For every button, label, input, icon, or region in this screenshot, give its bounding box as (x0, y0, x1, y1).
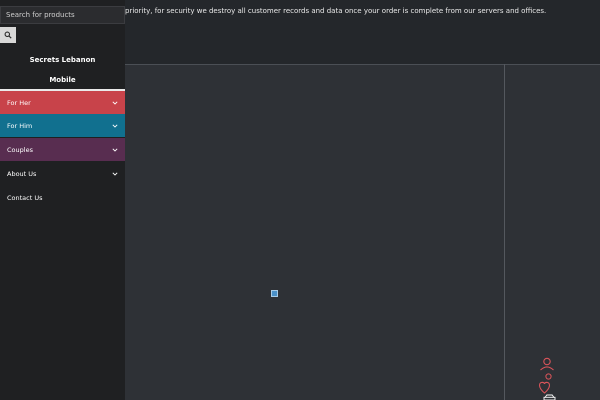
menu-item-for-him[interactable]: For Him (0, 114, 125, 137)
basket-icon[interactable] (543, 394, 556, 400)
menu-item-label: Contact Us (7, 193, 43, 202)
chevron-down-icon[interactable] (112, 123, 118, 128)
main-content-area (125, 64, 600, 400)
menu-item-label: About Us (7, 169, 37, 178)
menu-item-contact-us[interactable]: Contact Us (0, 186, 125, 209)
chevron-down-icon[interactable] (112, 147, 118, 152)
search-icon (4, 31, 12, 39)
notification-ring-icon (545, 373, 552, 380)
brand-subtitle: Mobile (49, 76, 76, 84)
search-input[interactable] (0, 6, 125, 24)
mobile-sidebar-menu: Secrets Lebanon Mobile For Her For Him C… (0, 0, 125, 400)
user-icon[interactable] (540, 357, 554, 371)
page: priority, for security we destroy all cu… (0, 0, 600, 400)
chevron-down-icon[interactable] (112, 171, 118, 176)
menu-item-label: Couples (7, 145, 33, 154)
privacy-notice: priority, for security we destroy all cu… (125, 7, 547, 15)
placeholder-image-icon (271, 290, 278, 297)
brand-name: Secrets Lebanon (29, 56, 96, 64)
menu-item-label: For Him (7, 121, 33, 130)
content-divider (504, 64, 505, 400)
floating-action-icons (536, 357, 558, 400)
menu-item-for-her[interactable]: For Her (0, 91, 125, 114)
menu-item-about-us[interactable]: About Us (0, 162, 125, 185)
heart-icon[interactable] (538, 381, 551, 394)
menu-item-label: For Her (7, 98, 31, 107)
menu-item-couples[interactable]: Couples (0, 138, 125, 161)
search-button[interactable] (0, 27, 16, 43)
chevron-down-icon[interactable] (112, 100, 118, 105)
